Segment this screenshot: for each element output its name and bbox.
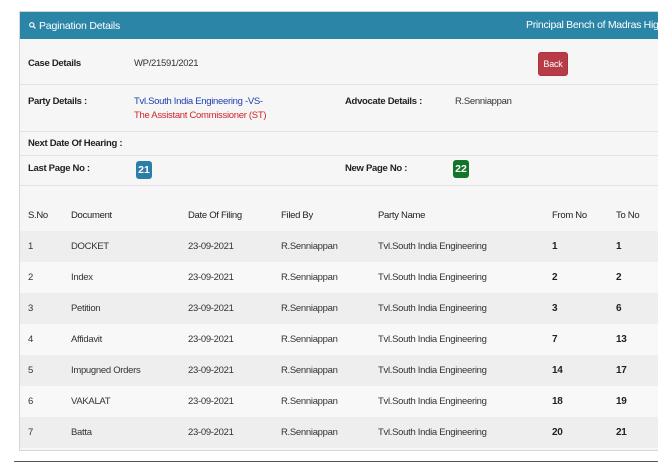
back-button[interactable]: Back xyxy=(538,52,568,76)
cell-to-no: 21 xyxy=(616,427,627,438)
new-page-badge: 22 xyxy=(453,160,469,178)
table-row: 2 Index 23-09-2021 R.Senniappan Tvl.Sout… xyxy=(20,262,658,293)
cell-filed-by: R.Senniappan xyxy=(281,241,338,252)
col-header-party-name: Party Name xyxy=(378,209,426,221)
cell-date: 23-09-2021 xyxy=(188,272,234,283)
cell-document: Petition xyxy=(71,303,101,314)
cell-date: 23-09-2021 xyxy=(188,303,234,314)
cell-to-no: 13 xyxy=(616,334,627,345)
panel-title: Pagination Details xyxy=(29,20,120,32)
party-petitioner-link[interactable]: Tvl.South India Engineering -VS- xyxy=(134,96,263,107)
cell-to-no: 6 xyxy=(616,303,622,314)
cell-party-link[interactable]: Tvl.South India Engineering xyxy=(378,324,552,355)
last-page-label: Last Page No : xyxy=(28,163,90,174)
last-page-badge: 21 xyxy=(136,161,152,179)
cell-filed-by: R.Senniappan xyxy=(281,334,338,345)
table-row: 6 VAKALAT 23-09-2021 R.Senniappan Tvl.So… xyxy=(20,386,658,417)
cell-party-link[interactable]: Tvl.South India Engineering xyxy=(378,386,552,417)
cell-from-no: 18 xyxy=(552,396,563,407)
cell-sno: 6 xyxy=(28,396,33,407)
cell-sno: 1 xyxy=(28,241,33,252)
pagination-panel: Pagination Details Principal Bench of Ma… xyxy=(19,11,658,451)
advocate-name: R.Senniappan xyxy=(455,96,512,107)
cell-document: VAKALAT xyxy=(71,396,111,407)
cell-filed-by: R.Senniappan xyxy=(281,365,338,376)
cell-sno: 5 xyxy=(28,365,33,376)
col-header-to-no: To No xyxy=(616,209,640,221)
cell-from-no: 20 xyxy=(552,427,563,438)
cell-from-no: 7 xyxy=(552,334,558,345)
table-row: 7 Batta 23-09-2021 R.Senniappan Tvl.Sout… xyxy=(20,417,658,448)
case-details-label: Case Details xyxy=(28,58,81,69)
cell-to-no: 1 xyxy=(616,241,622,252)
page-divider xyxy=(14,461,658,462)
col-header-document: Document xyxy=(71,209,112,221)
col-header-sno: S.No xyxy=(28,209,48,221)
cell-to-no: 17 xyxy=(616,365,627,376)
cell-document: DOCKET xyxy=(71,241,109,252)
cell-party-link[interactable]: Tvl.South India Engineering xyxy=(378,231,552,262)
documents-table: S.No Document Date Of Filing Filed By Pa… xyxy=(20,199,658,448)
panel-title-text: Pagination Details xyxy=(39,19,121,32)
col-header-filed-by: Filed By xyxy=(281,209,313,221)
page-numbers-row: Last Page No : 21 New Page No : 22 xyxy=(20,155,658,186)
cell-sno: 3 xyxy=(28,303,33,314)
col-header-from-no: From No xyxy=(552,209,587,221)
cell-document: Batta xyxy=(71,427,92,438)
table-row: 4 Affidavit 23-09-2021 R.Senniappan Tvl.… xyxy=(20,324,658,355)
case-number: WP/21591/2021 xyxy=(134,58,199,69)
party-details-row: Party Details : Tvl.South India Engineer… xyxy=(20,84,658,132)
cell-to-no: 2 xyxy=(616,272,622,283)
cell-document: Affidavit xyxy=(71,334,102,345)
cell-document: Impugned Orders xyxy=(71,365,141,376)
cell-document: Index xyxy=(71,272,93,283)
cell-date: 23-09-2021 xyxy=(188,396,234,407)
cell-from-no: 1 xyxy=(552,241,558,252)
table-header-row: S.No Document Date Of Filing Filed By Pa… xyxy=(20,199,658,231)
cell-filed-by: R.Senniappan xyxy=(281,427,338,438)
search-icon xyxy=(29,22,36,29)
cell-sno: 2 xyxy=(28,272,33,283)
cell-date: 23-09-2021 xyxy=(188,365,234,376)
cell-party-link[interactable]: Tvl.South India Engineering xyxy=(378,293,552,324)
cell-to-no: 19 xyxy=(616,396,627,407)
cell-sno: 4 xyxy=(28,334,33,345)
cell-party-link[interactable]: Tvl.South India Engineering xyxy=(378,417,552,448)
court-bench-name: Principal Bench of Madras High Court xyxy=(526,19,658,31)
cell-party-link[interactable]: Tvl.South India Engineering xyxy=(378,355,552,386)
next-hearing-row: Next Date Of Hearing : xyxy=(20,131,658,156)
table-row: 5 Impugned Orders 23-09-2021 R.Senniappa… xyxy=(20,355,658,386)
next-hearing-label: Next Date Of Hearing : xyxy=(28,138,123,149)
cell-sno: 7 xyxy=(28,427,33,438)
new-page-label: New Page No : xyxy=(345,163,408,174)
cell-from-no: 2 xyxy=(552,272,558,283)
cell-filed-by: R.Senniappan xyxy=(281,303,338,314)
party-details-label: Party Details : xyxy=(28,96,87,107)
party-respondent: The Assistant Commissioner (ST) xyxy=(134,110,267,121)
cell-date: 23-09-2021 xyxy=(188,334,234,345)
col-header-date: Date Of Filing xyxy=(188,209,242,221)
cell-date: 23-09-2021 xyxy=(188,241,234,252)
cell-filed-by: R.Senniappan xyxy=(281,396,338,407)
advocate-details-label: Advocate Details : xyxy=(345,96,422,107)
case-details-row: Case Details WP/21591/2021 Back xyxy=(20,39,658,85)
cell-filed-by: R.Senniappan xyxy=(281,272,338,283)
cell-party-link[interactable]: Tvl.South India Engineering xyxy=(378,262,552,293)
cell-date: 23-09-2021 xyxy=(188,427,234,438)
cell-from-no: 14 xyxy=(552,365,563,376)
table-row: 1 DOCKET 23-09-2021 R.Senniappan Tvl.Sou… xyxy=(20,231,658,262)
panel-header: Pagination Details Principal Bench of Ma… xyxy=(20,12,658,39)
table-row: 3 Petition 23-09-2021 R.Senniappan Tvl.S… xyxy=(20,293,658,324)
cell-from-no: 3 xyxy=(552,303,558,314)
